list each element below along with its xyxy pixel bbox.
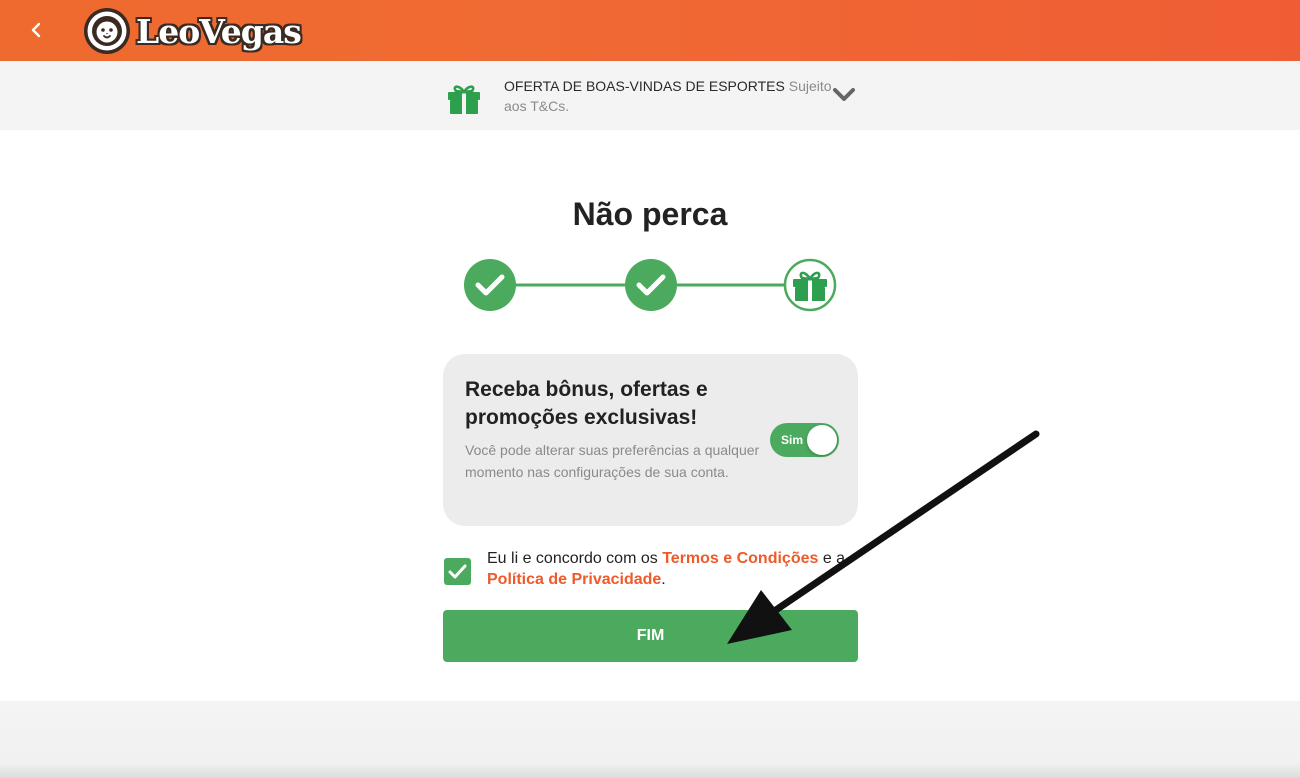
back-button[interactable]	[22, 14, 50, 46]
chevron-down-icon[interactable]	[832, 87, 856, 103]
progress-stepper	[464, 258, 837, 312]
consent-text-after: .	[661, 571, 666, 588]
leovegas-logo[interactable]: LeoVegas	[82, 6, 302, 56]
top-header: LeoVegas	[0, 0, 1300, 61]
check-icon	[448, 564, 467, 579]
terms-checkbox[interactable]	[444, 558, 471, 585]
fim-button[interactable]: FIM	[443, 610, 858, 662]
offer-text: OFERTA DE BOAS-VINDAS DE ESPORTES Sujeit…	[504, 76, 834, 116]
consent-text-middle: e a	[818, 550, 846, 567]
lion-logo-icon	[84, 8, 130, 54]
marketing-toggle[interactable]: Sim	[770, 423, 839, 457]
consent-text-before: Eu li e concordo com os	[487, 550, 663, 567]
chevron-left-icon	[31, 22, 41, 38]
card-heading: Receba bônus, ofertas e promoções exclus…	[465, 378, 708, 429]
terms-link[interactable]: Termos e Condições	[662, 550, 818, 567]
offer-title: OFERTA DE BOAS-VINDAS DE ESPORTES	[504, 78, 785, 94]
logo-text: LeoVegas	[136, 11, 302, 51]
gift-icon	[448, 85, 480, 114]
page-footer	[0, 701, 1300, 778]
terms-consent-text: Eu li e concordo com os Termos e Condiçõ…	[487, 548, 847, 590]
toggle-knob	[807, 425, 837, 455]
toggle-label: Sim	[781, 433, 804, 447]
page-title: Não perca	[572, 196, 728, 232]
card-description: Você pode alterar suas preferências a qu…	[465, 442, 760, 480]
step-2-complete	[625, 259, 677, 311]
step-3-current	[783, 258, 837, 312]
privacy-link[interactable]: Política de Privacidade	[487, 571, 661, 588]
step-1-complete	[464, 259, 516, 311]
main-content: Não perca Receba bônus, ofertas e promoç…	[0, 130, 1300, 701]
marketing-consent-card: Receba bônus, ofertas e promoções exclus…	[443, 354, 858, 526]
welcome-offer-bar[interactable]: OFERTA DE BOAS-VINDAS DE ESPORTES Sujeit…	[0, 61, 1300, 130]
